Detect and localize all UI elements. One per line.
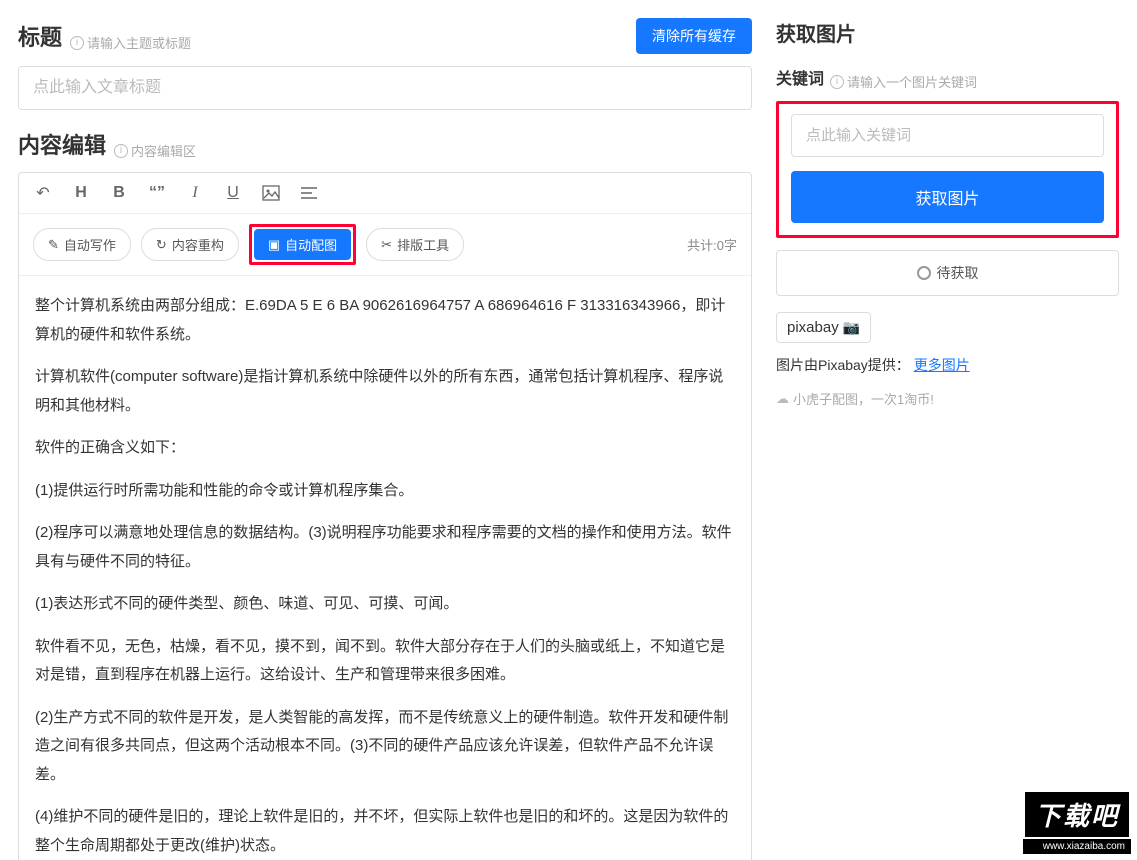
footer-note: ☁ 小虎子配图，一次1淘币! [776, 389, 1119, 408]
pixabay-badge: pixabay 📷 [776, 312, 871, 343]
camera-icon: 📷 [843, 319, 860, 336]
editor-body[interactable]: 整个计算机系统由两部分组成：E.69DA 5 E 6 BA 9062616964… [19, 276, 751, 860]
more-images-link[interactable]: 更多图片 [914, 357, 970, 373]
title-section-header: 标题 i 请输入主题或标题 清除所有缓存 [18, 18, 752, 54]
auto-image-button[interactable]: ▣ 自动配图 [254, 229, 351, 260]
action-toolbar: ✎ 自动写作 ↻ 内容重构 ▣ 自动配图 ✂ [19, 214, 751, 276]
word-count: 共计:0字 [687, 235, 737, 254]
paragraph: 软件的正确含义如下： [35, 434, 735, 463]
underline-icon[interactable]: U [223, 183, 243, 203]
info-icon: i [70, 36, 84, 50]
quote-icon[interactable]: “” [147, 183, 167, 203]
paragraph: (1)提供运行时所需功能和性能的命令或计算机程序集合。 [35, 477, 735, 506]
title-label: 标题 [18, 20, 62, 52]
info-icon: i [114, 144, 128, 158]
auto-write-button[interactable]: ✎ 自动写作 [33, 228, 131, 261]
restructure-button[interactable]: ↻ 内容重构 [141, 228, 239, 261]
watermark: 下载吧 www.xiazaiba.com [1023, 790, 1131, 854]
keyword-input[interactable] [791, 114, 1104, 157]
align-icon[interactable] [299, 183, 319, 203]
content-label: 内容编辑 [18, 128, 106, 160]
keyword-highlight-box: 获取图片 [776, 101, 1119, 238]
layout-tool-button[interactable]: ✂ 排版工具 [366, 228, 464, 261]
circle-icon [917, 266, 931, 280]
paragraph: (2)程序可以满意地处理信息的数据结构。(3)说明程序功能要求和程序需要的文档的… [35, 519, 735, 576]
title-hint: i 请输入主题或标题 [70, 33, 191, 52]
pencil-icon: ✎ [48, 237, 59, 253]
heading-icon[interactable]: H [71, 183, 91, 203]
bold-icon[interactable]: B [109, 183, 129, 203]
editor: ↶ H B “” I U ✎ 自动写作 [18, 172, 752, 860]
attribution-text: 图片由Pixabay提供： 更多图片 [776, 355, 1119, 375]
paragraph: 计算机软件(computer software)是指计算机系统中除硬件以外的所有… [35, 363, 735, 420]
info-icon: i [830, 75, 844, 89]
picture-icon: ▣ [268, 237, 280, 253]
paragraph: 软件看不见，无色，枯燥，看不见，摸不到，闻不到。软件大部分存在于人们的头脑或纸上… [35, 633, 735, 690]
right-panel-title: 获取图片 [776, 18, 1119, 47]
keyword-label: 关键词 [776, 65, 824, 89]
paragraph: (1)表达形式不同的硬件类型、颜色、味道、可见、可摸、可闻。 [35, 590, 735, 619]
paragraph: (2)生产方式不同的软件是开发，是人类智能的高发挥，而不是传统意义上的硬件制造。… [35, 704, 735, 790]
clear-cache-button[interactable]: 清除所有缓存 [636, 18, 752, 54]
article-title-input[interactable] [18, 66, 752, 110]
paragraph: (4)维护不同的硬件是旧的，理论上软件是旧的，并不坏，但实际上软件也是旧的和坏的… [35, 803, 735, 860]
image-icon[interactable] [261, 183, 281, 203]
content-hint: i 内容编辑区 [114, 141, 196, 160]
keyword-hint: i 请输入一个图片关键词 [830, 72, 977, 91]
highlight-box: ▣ 自动配图 [249, 224, 356, 265]
watermark-url: www.xiazaiba.com [1023, 839, 1131, 854]
italic-icon[interactable]: I [185, 183, 205, 203]
pending-status: 待获取 [776, 250, 1119, 296]
tool-icon: ✂ [381, 237, 392, 253]
format-toolbar: ↶ H B “” I U [19, 173, 751, 214]
cloud-icon: ☁ [776, 391, 789, 407]
watermark-main: 下载吧 [1023, 790, 1131, 839]
refresh-icon: ↻ [156, 237, 167, 253]
undo-icon[interactable]: ↶ [33, 183, 53, 203]
fetch-image-button[interactable]: 获取图片 [791, 171, 1104, 223]
paragraph: 整个计算机系统由两部分组成：E.69DA 5 E 6 BA 9062616964… [35, 292, 735, 349]
